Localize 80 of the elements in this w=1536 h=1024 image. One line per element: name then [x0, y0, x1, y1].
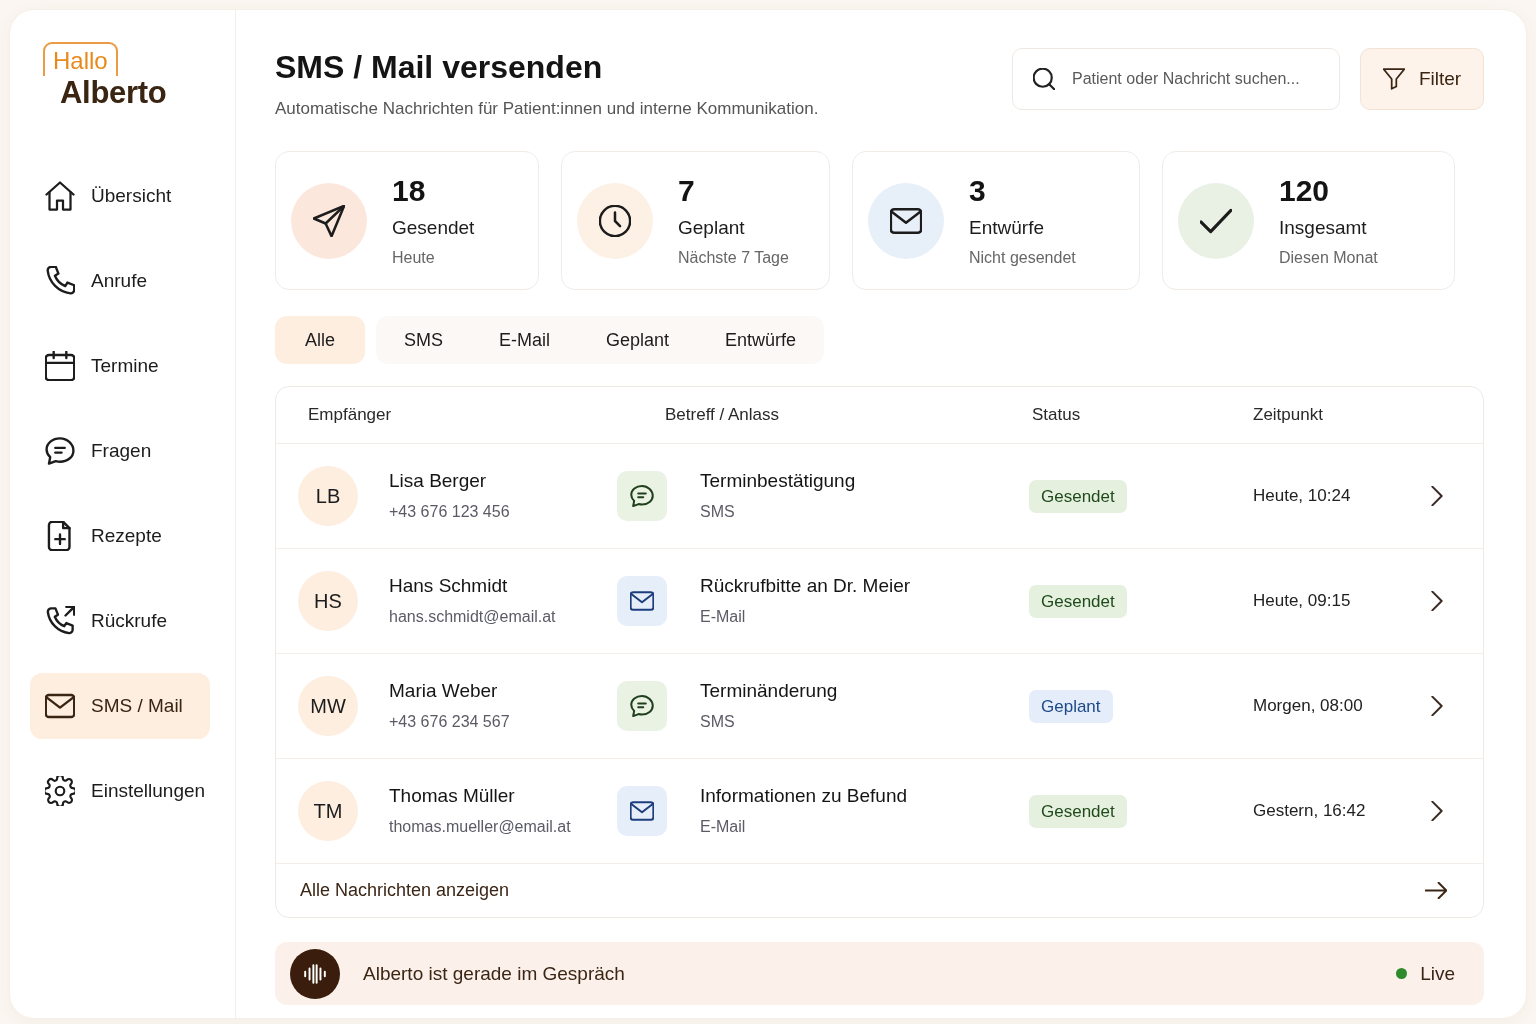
chevron-right-icon[interactable] [1431, 696, 1443, 716]
message-subject: Terminänderung [700, 679, 838, 703]
recipient-contact: +43 676 234 567 [389, 712, 510, 732]
status-badge: Geplant [1029, 689, 1113, 723]
message-time: Gestern, 16:42 [1253, 801, 1366, 820]
stat-value: 3 [969, 172, 986, 209]
recipient-name: Thomas Müller [389, 784, 515, 808]
filter-button[interactable]: Filter [1360, 48, 1484, 110]
message-time: Heute, 09:15 [1253, 591, 1351, 610]
recipient-name: Maria Weber [389, 679, 498, 703]
message-channel: E-Mail [700, 607, 746, 627]
live-status-text: Alberto ist gerade im Gespräch [363, 962, 625, 984]
stat-value: 18 [392, 172, 426, 209]
chat-bubble-icon [45, 436, 75, 466]
phone-arrow-icon [45, 606, 75, 636]
waveform-icon [290, 948, 340, 999]
stat-caption: Diesen Monat [1279, 247, 1378, 268]
filter-tab[interactable]: Entwürfe [697, 316, 825, 364]
filter-tab[interactable]: SMS [376, 316, 472, 364]
status-badge: Gesendet [1029, 794, 1127, 828]
arrow-right-icon [1425, 882, 1447, 899]
nav-item[interactable]: Rezepte [30, 503, 210, 569]
avatar-initials: TM [298, 781, 358, 841]
message-subject: Rückrufbitte an Dr. Meier [700, 574, 911, 598]
phone-icon [45, 266, 75, 296]
page-title: SMS / Mail versenden [275, 48, 604, 86]
envelope-icon [45, 691, 75, 721]
recipient-name: Lisa Berger [389, 469, 487, 493]
column-header: Empfänger [308, 405, 392, 424]
stat-label: Entwürfe [969, 215, 1044, 240]
calendar-icon [45, 351, 75, 381]
stat-caption: Nächste 7 Tage [678, 247, 789, 268]
filter-tab[interactable]: Alle [275, 316, 365, 364]
avatar-initials: LB [298, 466, 358, 526]
avatar-initials: HS [298, 571, 358, 631]
recipient-contact: +43 676 123 456 [389, 502, 510, 522]
nav-item[interactable]: SMS / Mail [30, 673, 210, 739]
home-icon [45, 181, 75, 211]
page-subtitle: Automatische Nachrichten für Patient:innen und interne Kommunikation. [275, 98, 819, 120]
message-subject: Terminbestätigung [700, 469, 856, 493]
nav-item[interactable]: Einstellungen [30, 758, 210, 824]
message-channel: SMS [700, 712, 735, 732]
column-header: Status [1032, 405, 1081, 424]
search-icon [1033, 68, 1055, 90]
live-label: Live [1420, 962, 1455, 985]
gear-icon [45, 776, 75, 806]
stat-label: Geplant [678, 215, 745, 240]
chevron-right-icon[interactable] [1431, 801, 1443, 821]
chevron-right-icon[interactable] [1431, 486, 1443, 506]
status-badge: Gesendet [1029, 584, 1127, 618]
logo-greeting: Hallo [43, 42, 118, 76]
recipient-contact: hans.schmidt@email.at [389, 607, 556, 627]
stat-label: Insgesamt [1279, 215, 1367, 240]
filter-tab[interactable]: E-Mail [471, 316, 579, 364]
column-header: Zeitpunkt [1253, 405, 1323, 424]
column-header: Betreff / Anlass [665, 405, 780, 424]
show-all-link[interactable]: Alle Nachrichten anzeigen [276, 864, 1483, 917]
message-time: Heute, 10:24 [1253, 486, 1351, 505]
nav-item[interactable]: Anrufe [30, 248, 210, 314]
stat-label: Gesendet [392, 215, 475, 240]
nav-item[interactable]: Termine [30, 333, 210, 399]
filter-icon [1382, 68, 1405, 90]
stat-caption: Nicht gesendet [969, 247, 1076, 268]
stat-caption: Heute [392, 247, 435, 268]
avatar-initials: MW [298, 676, 358, 736]
nav-item[interactable]: Rückrufe [30, 588, 210, 654]
logo-wordmark: Alberto [60, 76, 167, 110]
chevron-right-icon[interactable] [1431, 591, 1443, 611]
status-badge: Gesendet [1029, 479, 1127, 513]
recipient-contact: thomas.mueller@email.at [389, 817, 571, 837]
stat-value: 7 [678, 172, 695, 209]
message-channel: E-Mail [700, 817, 746, 837]
message-time: Morgen, 08:00 [1253, 696, 1363, 715]
recipient-name: Hans Schmidt [389, 574, 508, 598]
nav-item[interactable]: Übersicht [30, 163, 210, 229]
filter-tab[interactable]: Geplant [578, 316, 698, 364]
message-channel: SMS [700, 502, 735, 522]
message-subject: Informationen zu Befund [700, 784, 908, 808]
stat-value: 120 [1279, 172, 1330, 209]
nav-item[interactable]: Fragen [30, 418, 210, 484]
